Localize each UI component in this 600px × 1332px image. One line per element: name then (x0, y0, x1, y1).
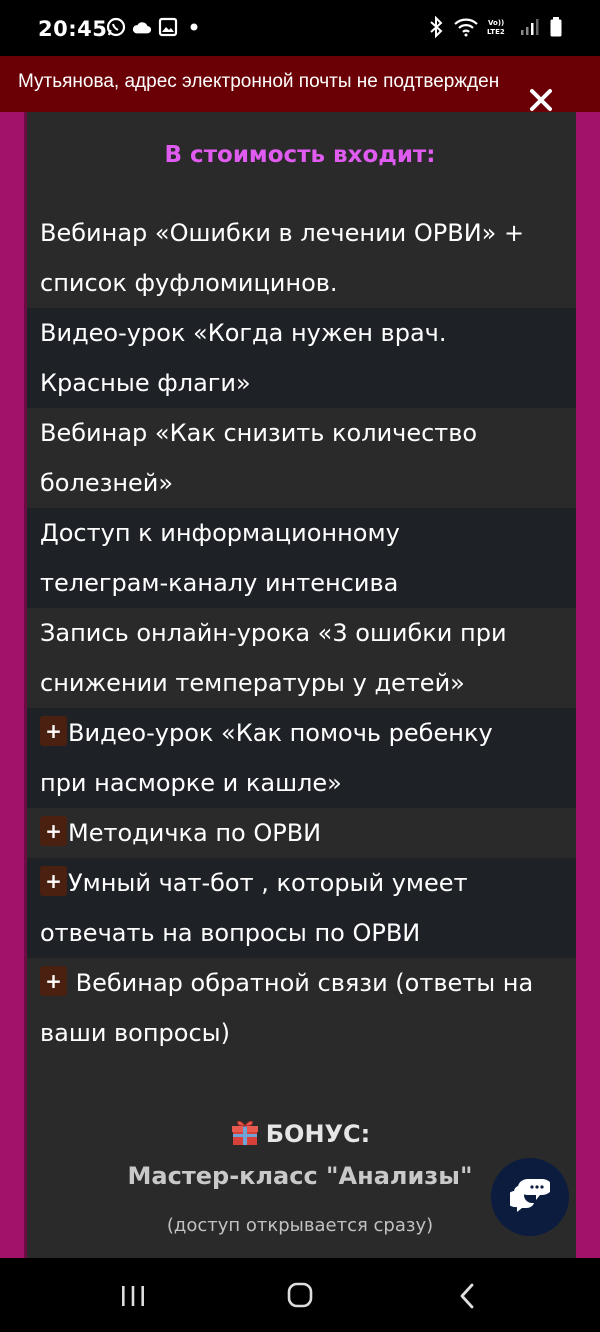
item-text: Методичка по ОРВИ (68, 819, 322, 847)
recent-apps-icon[interactable] (113, 1282, 153, 1310)
item-line: Доступ к информационному (40, 519, 400, 547)
gallery-icon (158, 16, 178, 38)
chat-bubbles-icon (506, 1177, 552, 1217)
item-text: Умный чат-бот , который умеет (68, 869, 468, 897)
signal-icon (519, 16, 539, 38)
section-title: В стоимость входит: (164, 142, 436, 168)
item-line: при насморке и кашле» (40, 769, 342, 797)
status-system-icons: Vo)) LTE2 (426, 16, 566, 38)
status-notification-icons (106, 16, 204, 38)
bonus-access-note: (доступ открывается сразу) (166, 1215, 434, 1236)
cloud-icon (132, 16, 152, 38)
wifi-icon (453, 16, 479, 38)
gift-icon (230, 1117, 260, 1147)
plus-icon: + (40, 966, 67, 996)
item-line: Запись онлайн-урока «3 ошибки при (40, 619, 507, 647)
item-line: + Умный чат-бот , который умеет (40, 858, 562, 908)
item-text: Видео-урок «Как помочь ребенку (68, 719, 493, 747)
list-item: Вебинар «Ошибки в лечении ОРВИ» + список… (24, 208, 576, 308)
card-left-edge (24, 112, 27, 1258)
item-line: телеграм-каналу интенсива (40, 569, 399, 597)
course-includes-card: В стоимость входит: Вебинар «Ошибки в ле… (24, 112, 576, 1258)
item-line: Вебинар «Как снизить количество (40, 419, 478, 447)
volte-icon: Vo)) LTE2 (486, 16, 512, 38)
banner-text: Мутьянова, адрес электронной почты не по… (18, 71, 500, 92)
list-item: Запись онлайн-урока «3 ошибки при снижен… (24, 608, 576, 708)
item-line: Красные флаги» (40, 369, 251, 397)
item-line: список фуфломицинов. (40, 269, 338, 297)
email-unconfirmed-banner: Мутьянова, адрес электронной почты не по… (0, 56, 600, 112)
svg-text:Vo)): Vo)) (488, 19, 504, 27)
whatsapp-icon (106, 16, 126, 38)
plus-icon: + (40, 866, 67, 896)
item-line: болезней» (40, 469, 174, 497)
system-nav-bar (0, 1258, 600, 1332)
bluetooth-icon (426, 16, 446, 38)
item-line: ваши вопросы) (40, 1019, 230, 1047)
item-line: + Вебинар обратной связи (ответы на (40, 958, 562, 1008)
list-item: Доступ к информационному телеграм-каналу… (24, 508, 576, 608)
item-line: отвечать на вопросы по ОРВИ (40, 919, 421, 947)
item-line: + Видео-урок «Как помочь ребенку (40, 708, 562, 758)
includes-list: Вебинар «Ошибки в лечении ОРВИ» + список… (24, 208, 576, 1058)
list-item: + Вебинар обратной связи (ответы на ваши… (24, 958, 576, 1058)
item-text: Вебинар обратной связи (ответы на (68, 969, 534, 997)
list-item: Вебинар «Как снизить количество болезней… (24, 408, 576, 508)
bonus-label: БОНУС: (265, 1120, 371, 1148)
item-line: Вебинар «Ошибки в лечении ОРВИ» + (40, 219, 525, 247)
list-item: + Методичка по ОРВИ (24, 808, 576, 858)
plus-icon: + (40, 716, 67, 746)
item-line: снижении температуры у детей» (40, 669, 465, 697)
list-item: + Умный чат-бот , который умеет отвечать … (24, 858, 576, 958)
page-margin-right (576, 112, 600, 1258)
list-item: + Видео-урок «Как помочь ребенку при насм… (24, 708, 576, 808)
list-item: Видео-урок «Когда нужен врач. Красные фл… (24, 308, 576, 408)
item-line: + Методичка по ОРВИ (40, 808, 562, 858)
close-icon[interactable] (527, 86, 555, 114)
plus-icon: + (40, 816, 67, 846)
battery-icon (546, 16, 566, 38)
back-icon[interactable] (448, 1282, 488, 1310)
bonus-heading: БОНУС: (24, 1117, 576, 1148)
status-time: 20:45 (38, 17, 108, 41)
page-margin-left (0, 112, 24, 1258)
home-icon[interactable] (280, 1282, 320, 1310)
svg-text:LTE2: LTE2 (487, 28, 505, 36)
chat-button[interactable] (491, 1158, 569, 1236)
dot-icon (184, 16, 204, 38)
status-bar: 20:45 Vo)) LTE2 (0, 0, 600, 56)
item-line: Видео-урок «Когда нужен врач. (40, 319, 447, 347)
